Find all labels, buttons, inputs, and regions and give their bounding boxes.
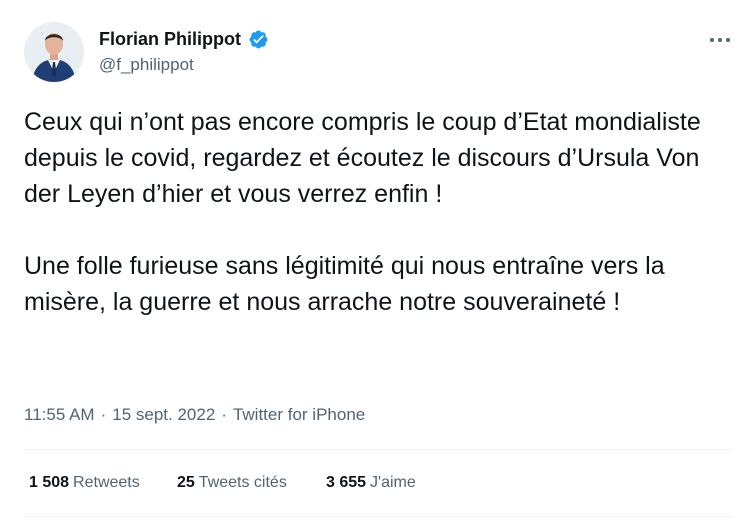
tweet-source[interactable]: Twitter for iPhone — [233, 405, 365, 424]
tweet-paragraph: Une folle furieuse sans légitimité qui n… — [24, 252, 665, 316]
meta-separator: · — [100, 405, 107, 424]
retweets-stat[interactable]: 1 508 Retweets — [29, 473, 140, 493]
avatar-image — [24, 22, 84, 82]
avatar[interactable] — [24, 22, 84, 82]
divider — [24, 449, 732, 450]
more-options-icon[interactable] — [702, 30, 738, 50]
tweet-time[interactable]: 11:55 AM — [24, 405, 95, 424]
tweet-date[interactable]: 15 sept. 2022 — [112, 405, 215, 424]
author-handle[interactable]: @f_philippot — [99, 55, 194, 75]
retweets-label: Retweets — [73, 474, 140, 491]
verified-badge-icon — [249, 30, 268, 49]
likes-count: 3 655 — [326, 474, 367, 491]
quote-tweets-stat[interactable]: 25 Tweets cités — [177, 473, 287, 493]
retweets-count: 1 508 — [29, 474, 70, 491]
tweet: Florian Philippot @f_philippot Ceux qui … — [0, 0, 756, 519]
quote-tweets-label: Tweets cités — [198, 474, 287, 491]
meta-separator: · — [221, 405, 227, 424]
likes-stat[interactable]: 3 655 J'aime — [326, 473, 416, 493]
divider — [24, 516, 732, 517]
author-display-name[interactable]: Florian Philippot — [99, 28, 241, 50]
tweet-paragraph: Ceux qui n’ont pas encore compris le cou… — [24, 108, 701, 208]
tweet-text: Ceux qui n’ont pas encore compris le cou… — [24, 104, 724, 320]
quote-tweets-count: 25 — [177, 474, 195, 491]
likes-label: J'aime — [370, 474, 416, 491]
tweet-meta: 11:55 AM · 15 sept. 2022 · Twitter for iPhon… — [24, 405, 365, 425]
